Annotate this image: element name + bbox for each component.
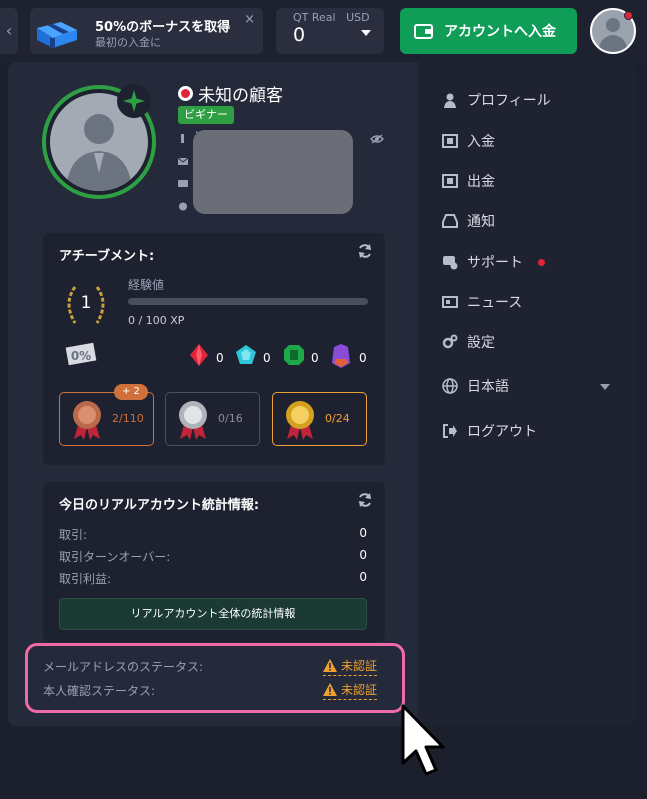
verification-highlight	[25, 643, 405, 713]
diamond-gem-icon	[236, 345, 256, 364]
stat-row-profit: 取引利益: 0	[59, 570, 367, 587]
level-wreath: 1	[61, 279, 111, 329]
xp-value: 0 / 100 XP	[128, 314, 185, 327]
gold-medal-card[interactable]: 0/24	[272, 392, 367, 446]
menu-item-label: 出金	[467, 174, 495, 190]
inbox-icon	[442, 214, 458, 228]
stat-label: 取引利益:	[59, 572, 112, 586]
menu-item-label: サポート	[467, 255, 523, 271]
menu-item-logout[interactable]: ログアウト	[442, 421, 537, 441]
stat-value: 0	[359, 526, 367, 540]
menu-item-label: ニュース	[467, 295, 523, 311]
xp-progress-bar	[128, 298, 368, 305]
deposit-button-label: アカウントへ入金	[444, 24, 556, 40]
refresh-icon[interactable]	[357, 492, 373, 508]
menu-item-withdraw[interactable]: 出金	[442, 171, 495, 191]
deposit-button[interactable]: アカウントへ入金	[400, 8, 577, 54]
stat-label: 取引ターンオーバー:	[59, 550, 171, 564]
account-status-dot	[178, 86, 193, 101]
ruby-count: 0	[216, 351, 224, 365]
gold-medal-icon	[286, 401, 314, 440]
wallet-icon	[414, 24, 433, 39]
menu-item-settings[interactable]: 設定	[442, 332, 495, 352]
chevron-left-icon[interactable]: ‹	[0, 8, 18, 54]
amethyst-gem-icon	[332, 344, 350, 368]
refresh-icon[interactable]	[357, 243, 373, 259]
menu-item-news[interactable]: ニュース	[442, 292, 522, 312]
withdraw-icon	[442, 174, 458, 188]
menu-item-label: プロフィール	[467, 93, 551, 109]
profile-name-row: 未知の顧客	[178, 81, 283, 106]
caret-down-icon	[361, 30, 371, 36]
emerald-count: 0	[311, 351, 319, 365]
gift-box-icon	[37, 22, 77, 48]
silver-medal-icon	[179, 401, 207, 440]
promo-title: 50%のボーナスを取得	[95, 20, 231, 35]
globe-icon	[178, 202, 188, 211]
support-icon	[443, 256, 458, 270]
logout-icon	[443, 424, 457, 438]
account-type-label: QT Real USD	[293, 11, 370, 24]
bronze-medal-card[interactable]: 2/110	[59, 392, 154, 446]
menu-item-label: ログアウト	[467, 424, 537, 440]
bonus-promo-banner[interactable]: 50%のボーナスを取得 最初の入金に ×	[30, 8, 263, 54]
email-icon	[178, 157, 188, 165]
account-selector[interactable]: QT Real USD 0	[276, 8, 384, 54]
menu-item-label: 日本語	[467, 379, 509, 395]
amethyst-count: 0	[359, 351, 367, 365]
globe-icon	[442, 378, 458, 394]
silver-medal-card[interactable]: 0/16	[165, 392, 260, 446]
caret-down-icon[interactable]	[600, 384, 610, 390]
redacted-personal-info	[193, 130, 353, 214]
close-icon[interactable]: ×	[244, 12, 255, 27]
stat-label: 取引:	[59, 528, 88, 542]
newspaper-icon	[442, 296, 458, 308]
level-up-plus-icon	[117, 84, 151, 118]
xp-label: 経験値	[128, 278, 165, 292]
promo-subtitle: 最初の入金に	[95, 36, 161, 49]
level-number: 1	[80, 293, 92, 313]
ruby-gem-icon	[190, 344, 208, 366]
top-bar: ‹ 50%のボーナスを取得 最初の入金に × QT Real USD 0 アカウ…	[0, 0, 647, 62]
menu-item-label: 入金	[467, 134, 495, 150]
svg-text:0%: 0%	[71, 349, 91, 363]
today-stats-card: 今日のリアルアカウント統計情報: 取引: 0 取引ターンオーバー: 0 取引利益…	[43, 482, 385, 642]
stat-value: 0	[359, 548, 367, 562]
achievements-card: アチーブメント: 1 経験値 0 / 100 XP 0% 0 0 0 0 2/1…	[43, 233, 385, 465]
id-icon	[181, 134, 184, 143]
achievements-title: アチーブメント:	[59, 249, 155, 264]
silver-medal-count: 0/16	[218, 412, 243, 425]
mouse-cursor-icon	[401, 704, 445, 776]
menu-item-notifications[interactable]: 通知	[442, 211, 495, 231]
menu-item-label: 通知	[467, 214, 495, 230]
menu-item-profile[interactable]: プロフィール	[442, 90, 551, 110]
bronze-medal-count: 2/110	[112, 412, 144, 425]
menu-item-deposit[interactable]: 入金	[442, 131, 495, 151]
medal-bonus-badge: + 2	[114, 384, 148, 400]
notification-dot	[624, 11, 633, 20]
wallet-icon	[178, 180, 188, 187]
account-balance: 0	[293, 24, 306, 46]
eye-slash-icon[interactable]	[370, 134, 384, 144]
deposit-icon	[442, 134, 458, 148]
profile-name: 未知の顧客	[198, 86, 283, 106]
stat-row-turnover: 取引ターンオーバー: 0	[59, 548, 367, 565]
menu-item-support[interactable]: サポート	[442, 252, 545, 272]
stats-title: 今日のリアルアカウント統計情報:	[59, 498, 260, 513]
support-notification-dot	[538, 258, 545, 266]
bronze-medal-icon	[73, 401, 101, 440]
stat-row-trades: 取引: 0	[59, 526, 367, 543]
stat-value: 0	[359, 570, 367, 584]
emerald-gem-icon	[284, 345, 304, 365]
level-badge: ビギナー	[178, 106, 234, 124]
menu-item-label: 設定	[467, 335, 495, 351]
discount-coupon-icon: 0%	[65, 342, 97, 366]
diamond-count: 0	[263, 351, 271, 365]
user-icon	[444, 93, 456, 108]
gears-icon	[442, 334, 458, 349]
gold-medal-count: 0/24	[325, 412, 350, 425]
menu-item-language[interactable]: 日本語	[442, 376, 509, 396]
full-stats-button[interactable]: リアルアカウント全体の統計情報	[59, 598, 367, 630]
